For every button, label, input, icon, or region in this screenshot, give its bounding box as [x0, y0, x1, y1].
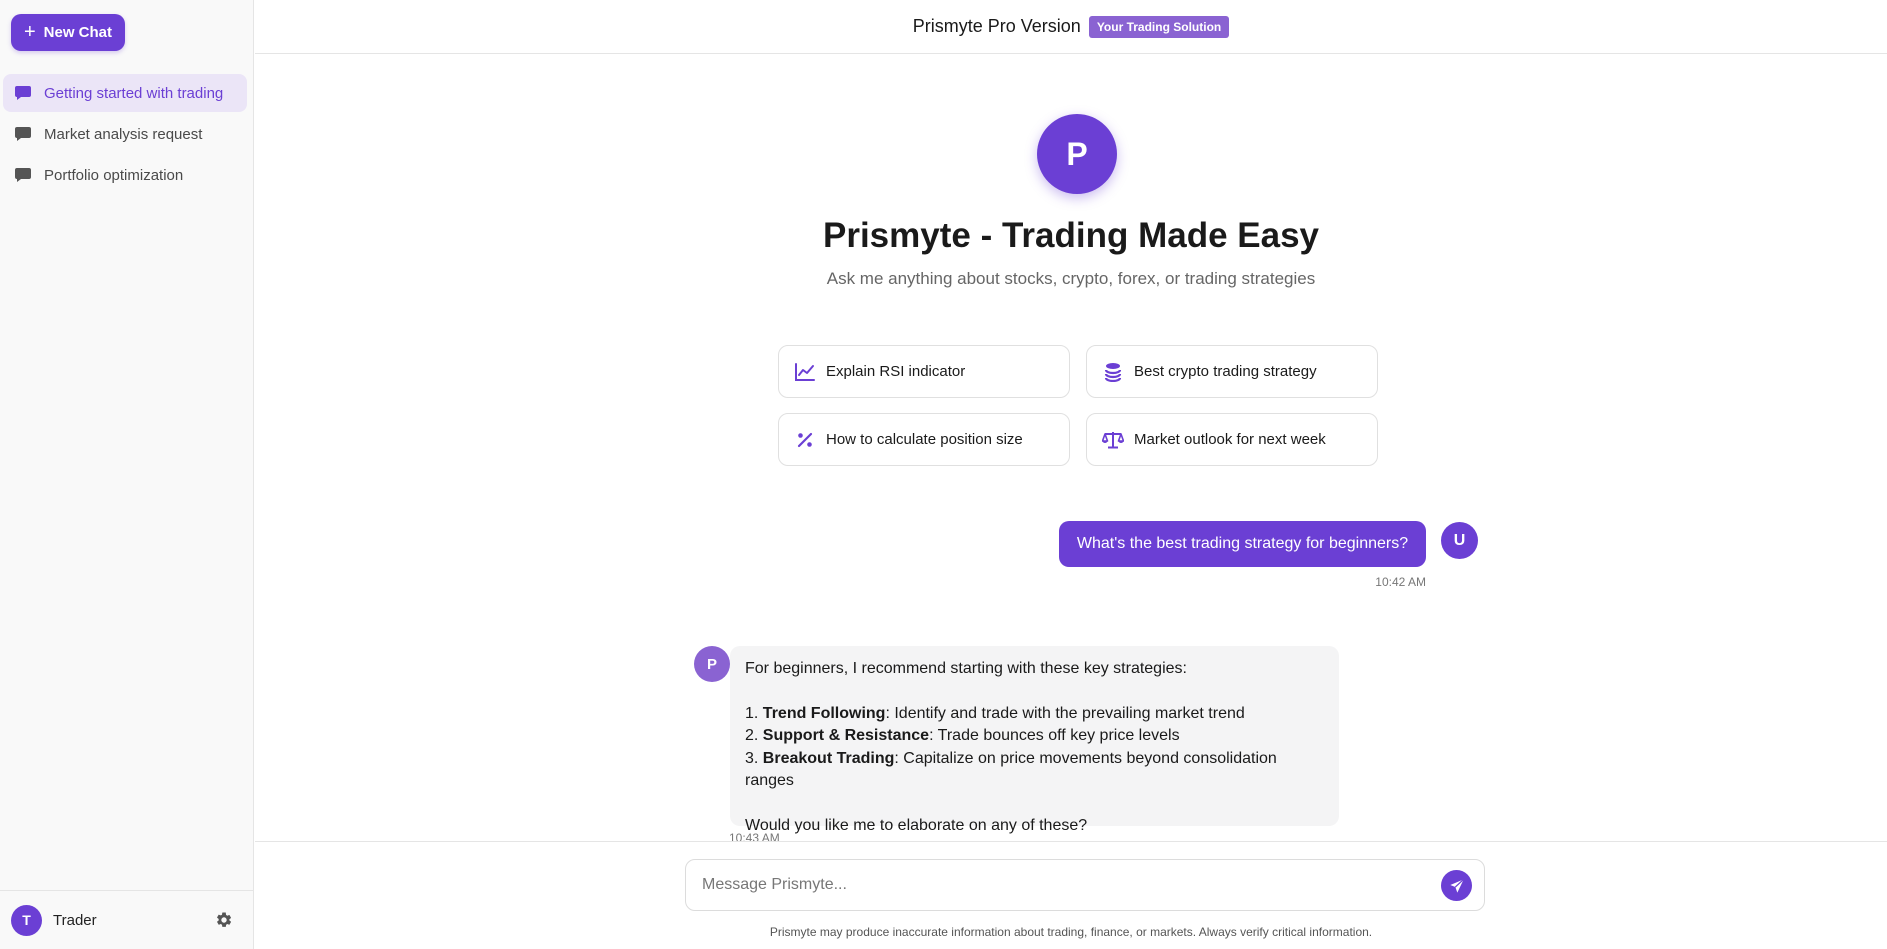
send-icon [1449, 878, 1464, 893]
suggestion-label: How to calculate position size [826, 431, 1023, 448]
send-button[interactable] [1441, 870, 1472, 901]
top-header: Prismyte Pro Version Your Trading Soluti… [255, 0, 1887, 54]
suggestion-explain-rsi[interactable]: Explain RSI indicator [778, 345, 1070, 398]
list-item: 2. Support & Resistance: Trade bounces o… [745, 727, 1180, 744]
suggestion-label: Market outlook for next week [1134, 431, 1326, 448]
assistant-message-bubble: For beginners, I recommend starting with… [730, 646, 1339, 834]
new-chat-label: New Chat [43, 24, 113, 41]
suggestion-label: Best crypto trading strategy [1134, 363, 1317, 380]
line-chart-icon [794, 361, 816, 383]
version-badge: Your Trading Solution [1088, 15, 1230, 38]
list-item: 3. Breakout Trading: Capitalize on price… [745, 749, 1277, 790]
app-title: Prismyte Pro Version [912, 16, 1081, 36]
plus-icon: + [23, 20, 36, 43]
chat-bubble-icon [15, 127, 31, 141]
user-message-timestamp: 10:42 AM [1375, 575, 1426, 589]
list-item: 1. Trend Following: Identify and trade w… [745, 704, 1245, 722]
user-message-bubble: What's the best trading strategy for beg… [1059, 521, 1426, 567]
avatar: T [11, 904, 42, 936]
message-intro: For beginners, I recommend starting with… [745, 660, 1187, 677]
sidebar-item-label: Market analysis request [44, 125, 203, 143]
suggestion-market-outlook[interactable]: Market outlook for next week [1086, 413, 1378, 466]
suggestion-label: Explain RSI indicator [826, 363, 966, 380]
coins-icon [1102, 361, 1124, 383]
chat-bubble-icon [15, 86, 31, 100]
new-chat-button[interactable]: + New Chat [11, 14, 125, 51]
composer-area: Prismyte may produce inaccurate informat… [255, 841, 1887, 949]
sidebar: + New Chat Getting started with trading … [0, 0, 254, 949]
username: Trader [53, 911, 97, 929]
user-profile[interactable]: T Trader [0, 890, 253, 949]
user-avatar: U [1441, 522, 1478, 559]
sidebar-item-getting-started[interactable]: Getting started with trading [3, 74, 247, 112]
message-outro: Would you like me to elaborate on any of… [745, 816, 1088, 834]
percent-icon [794, 429, 816, 451]
sidebar-item-market-analysis[interactable]: Market analysis request [3, 115, 247, 153]
sidebar-item-portfolio[interactable]: Portfolio optimization [3, 156, 247, 194]
chat-bubble-icon [15, 168, 31, 182]
disclaimer-text: Prismyte may produce inaccurate informat… [769, 925, 1373, 939]
suggestion-position-size[interactable]: How to calculate position size [778, 413, 1070, 466]
sidebar-item-label: Portfolio optimization [44, 166, 184, 184]
gear-icon[interactable] [215, 911, 233, 929]
chat-history-list: Getting started with trading Market anal… [3, 74, 247, 197]
message-input[interactable] [702, 860, 1422, 910]
assistant-avatar: P [694, 646, 730, 682]
message-input-container [685, 859, 1485, 911]
sidebar-item-label: Getting started with trading [44, 84, 224, 102]
page-title: Prismyte - Trading Made Easy [822, 216, 1319, 255]
assistant-logo: P [1037, 114, 1117, 194]
page-subtitle: Ask me anything about stocks, crypto, fo… [826, 269, 1316, 288]
suggestion-crypto-strategy[interactable]: Best crypto trading strategy [1086, 345, 1378, 398]
scale-icon [1102, 429, 1124, 451]
